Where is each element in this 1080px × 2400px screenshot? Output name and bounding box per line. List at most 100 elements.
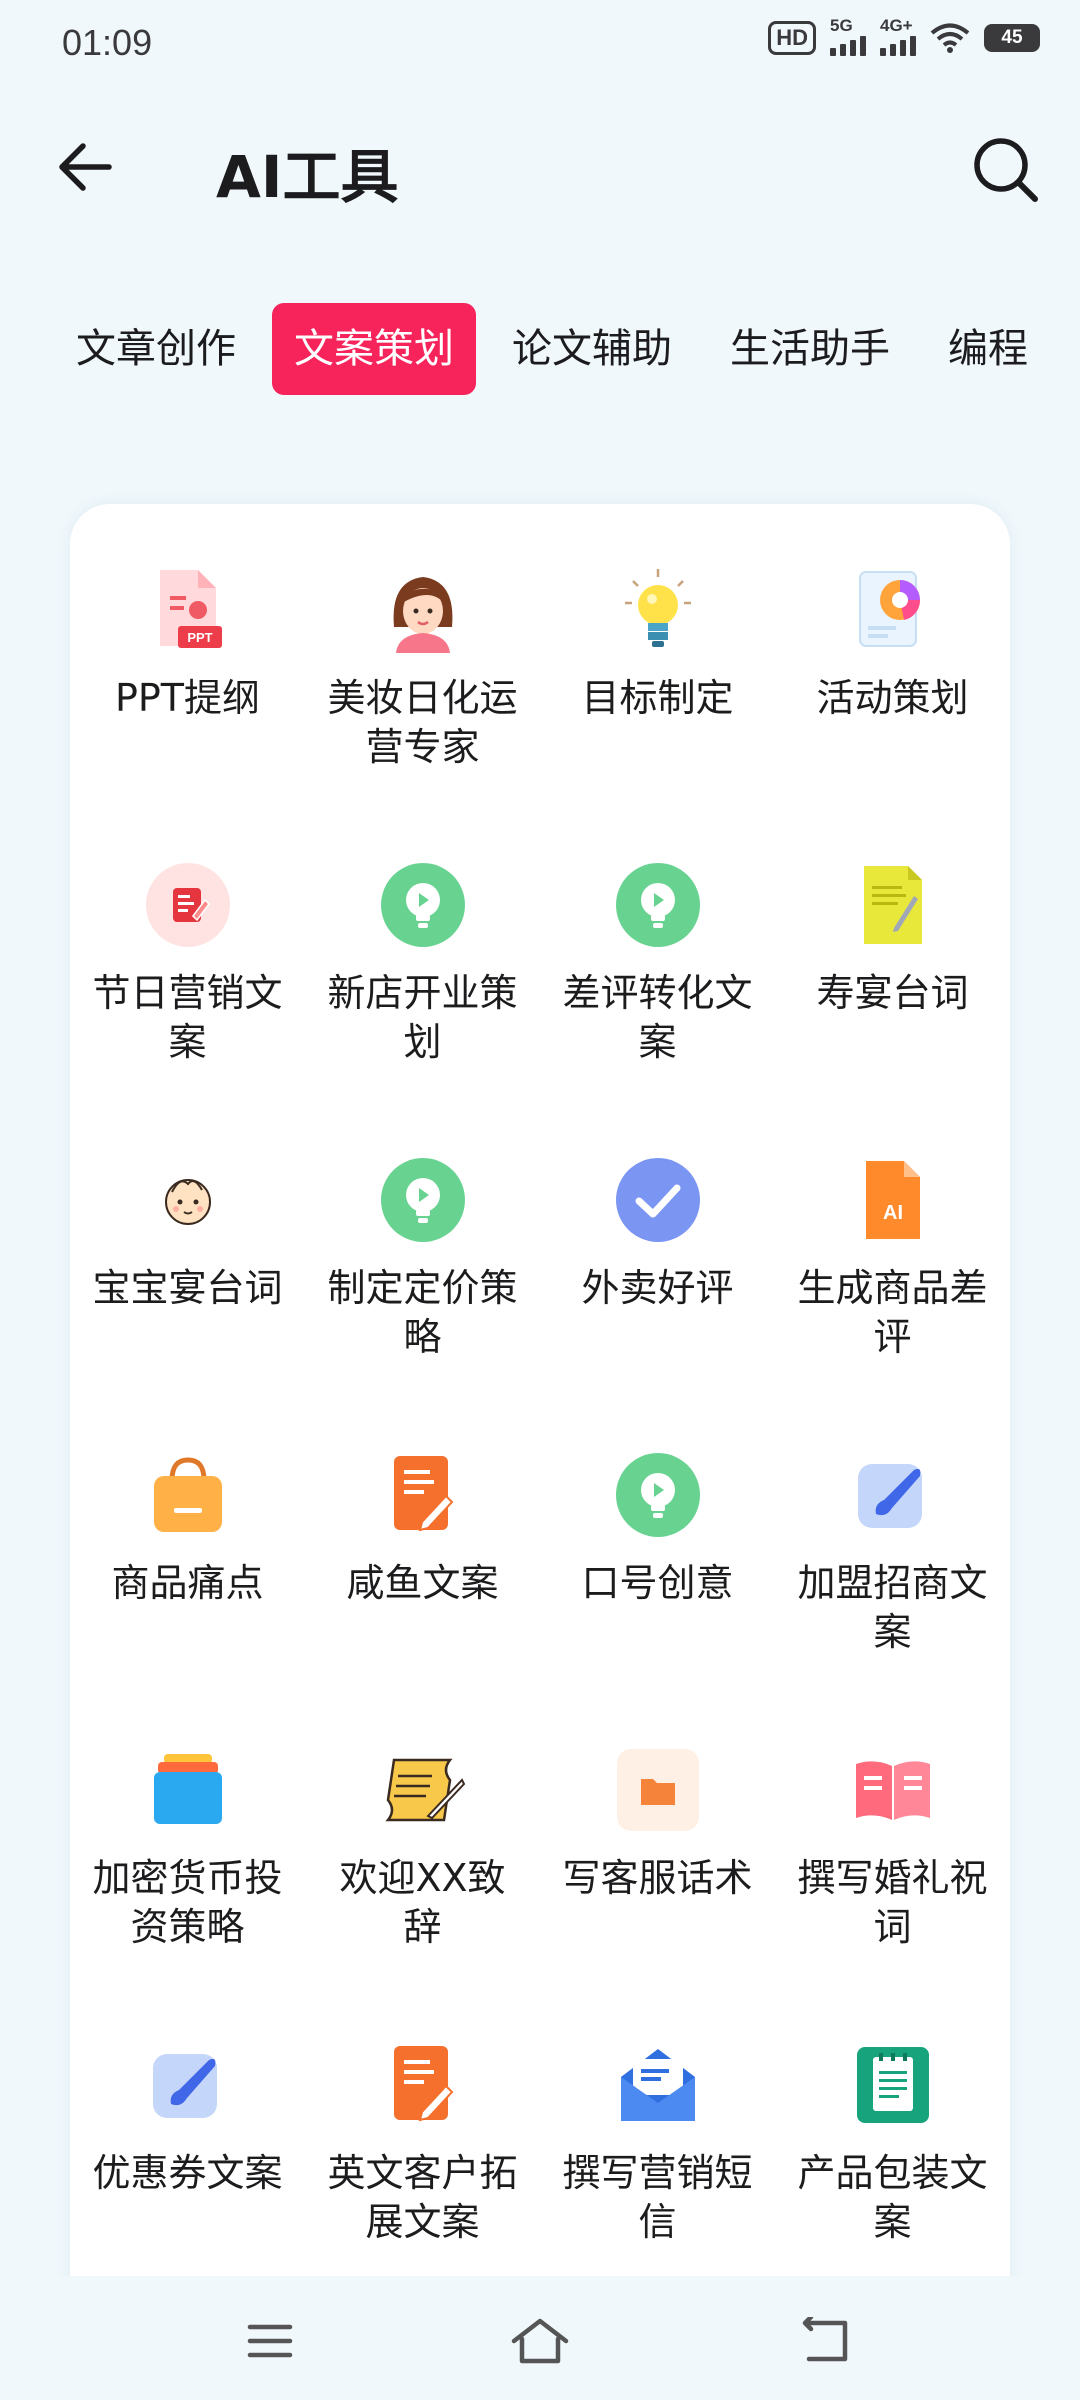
status-time: 01:09 (62, 22, 153, 63)
check-circle-icon (612, 1154, 704, 1246)
tool-wedding-speech[interactable]: 撰写婚礼祝词 (775, 1684, 1010, 1979)
tool-label: 目标制定 (581, 676, 734, 720)
folder-icon (612, 1744, 704, 1836)
tool-product-pain-points[interactable]: 商品痛点 (70, 1389, 305, 1684)
search-icon (974, 138, 1038, 202)
stacked-cards-icon (142, 1744, 234, 1836)
green-bulb-icon (377, 1154, 469, 1246)
battery-icon: 45 (984, 24, 1040, 52)
tool-bad-review-conversion[interactable]: 差评转化文案 (540, 799, 775, 1094)
tool-label: 产品包装文案 (797, 2151, 988, 2244)
green-bulb-icon (612, 1449, 704, 1541)
orange-document-edit-icon (377, 2039, 469, 2131)
paint-brush-icon (847, 1449, 939, 1541)
tool-event-planning[interactable]: 活动策划 (775, 504, 1010, 799)
tool-label: 欢迎XX致辞 (339, 1856, 506, 1949)
tab-life-assistant[interactable]: 生活助手 (708, 303, 912, 395)
status-icons: HD 5G 4G+ 45 (768, 16, 1040, 56)
open-book-icon (847, 1744, 939, 1836)
tool-generate-bad-review[interactable]: AI 生成商品差评 (775, 1094, 1010, 1389)
home-icon (511, 2318, 569, 2364)
tool-coupon-copy[interactable]: 优惠券文案 (70, 1979, 305, 2274)
signal-5g-label: 5G (830, 16, 853, 35)
svg-text:PPT: PPT (187, 630, 212, 645)
wifi-icon (930, 22, 970, 54)
paint-brush-icon (142, 2039, 234, 2131)
system-nav-bar (0, 2276, 1080, 2400)
tool-crypto-strategy[interactable]: 加密货币投资策略 (70, 1684, 305, 1979)
tool-label: 节日营销文案 (92, 971, 283, 1064)
green-notepad-icon (847, 2039, 939, 2131)
tab-thesis-assist[interactable]: 论文辅助 (490, 303, 694, 395)
tool-birthday-banquet-speech[interactable]: 寿宴台词 (775, 799, 1010, 1094)
tool-label: 咸鱼文案 (346, 1561, 499, 1605)
page-title: AI工具 (216, 143, 399, 211)
tool-label: 加密货币投资策略 (92, 1856, 283, 1949)
tool-holiday-marketing[interactable]: 节日营销文案 (70, 799, 305, 1094)
tools-grid: PPT PPT提纲 美妆日化运营专家 目标制定 活动策划 节日营销文案 新店开业… (70, 504, 1010, 2274)
tool-label: 生成商品差评 (797, 1266, 988, 1359)
tool-label: 差评转化文案 (562, 971, 753, 1064)
tool-pricing-strategy[interactable]: 制定定价策略 (305, 1094, 540, 1389)
scroll-quill-icon (377, 1744, 469, 1836)
tool-label: 加盟招商文案 (797, 1561, 988, 1654)
signal-4g-label: 4G+ (880, 16, 913, 35)
tab-programming[interactable]: 编程 (926, 303, 1050, 395)
tab-article-writing[interactable]: 文章创作 (60, 303, 258, 395)
tool-label: 美妆日化运营专家 (327, 676, 518, 769)
tool-label: 英文客户拓展文案 (327, 2151, 518, 2244)
tool-label: 外卖好评 (581, 1266, 734, 1310)
tool-label: 写客服话术 (562, 1856, 753, 1900)
green-bulb-icon (612, 859, 704, 951)
tool-baby-banquet-speech[interactable]: 宝宝宴台词 (70, 1094, 305, 1389)
tool-franchise-copy[interactable]: 加盟招商文案 (775, 1389, 1010, 1684)
tool-label: 撰写婚礼祝词 (797, 1856, 988, 1949)
category-tabs: 文章创作 文案策划 论文辅助 生活助手 编程 (60, 300, 1080, 398)
ppt-file-icon: PPT (142, 564, 234, 656)
tool-label: 新店开业策划 (327, 971, 518, 1064)
baby-face-icon (142, 1154, 234, 1246)
tab-copywriting[interactable]: 文案策划 (272, 303, 476, 395)
tool-xianyu-copy[interactable]: 咸鱼文案 (305, 1389, 540, 1684)
signal-5g-icon: 5G (830, 16, 866, 56)
tool-label: 制定定价策略 (327, 1266, 518, 1359)
search-button[interactable] (968, 132, 1044, 208)
tool-slogan-ideas[interactable]: 口号创意 (540, 1389, 775, 1684)
tool-welcome-speech[interactable]: 欢迎XX致辞 (305, 1684, 540, 1979)
tool-label: 宝宝宴台词 (92, 1266, 283, 1310)
svg-text:AI: AI (883, 1202, 903, 1224)
tool-label: 口号创意 (581, 1561, 734, 1605)
envelope-icon (612, 2039, 704, 2131)
tool-customer-service-script[interactable]: 写客服话术 (540, 1684, 775, 1979)
tool-goal-setting[interactable]: 目标制定 (540, 504, 775, 799)
orange-document-edit-icon (377, 1449, 469, 1541)
green-bulb-icon (377, 859, 469, 951)
tool-label: 商品痛点 (111, 1561, 264, 1605)
ai-file-icon: AI (847, 1154, 939, 1246)
back-button[interactable] (52, 134, 118, 200)
shopping-bag-icon (142, 1449, 234, 1541)
tool-beauty-ops-expert[interactable]: 美妆日化运营专家 (305, 504, 540, 799)
woman-avatar-icon (377, 564, 469, 656)
tool-delivery-good-review[interactable]: 外卖好评 (540, 1094, 775, 1389)
tools-card: PPT PPT提纲 美妆日化运营专家 目标制定 活动策划 节日营销文案 新店开业… (70, 504, 1010, 2304)
edit-note-icon (142, 859, 234, 951)
menu-button[interactable] (240, 2316, 300, 2366)
tool-label: 优惠券文案 (92, 2151, 283, 2195)
tool-ppt-outline[interactable]: PPT PPT提纲 (70, 504, 305, 799)
back-return-icon (802, 2317, 848, 2362)
tool-label: PPT提纲 (114, 676, 261, 720)
yellow-document-icon (847, 859, 939, 951)
tool-packaging-copy[interactable]: 产品包装文案 (775, 1979, 1010, 2274)
lightbulb-icon (612, 564, 704, 656)
nav-back-button[interactable] (795, 2316, 855, 2366)
signal-4g-icon: 4G+ (880, 16, 916, 56)
pie-chart-icon (847, 564, 939, 656)
tool-english-outreach[interactable]: 英文客户拓展文案 (305, 1979, 540, 2274)
home-button[interactable] (510, 2316, 570, 2366)
menu-icon (247, 2324, 293, 2358)
tool-marketing-sms[interactable]: 撰写营销短信 (540, 1979, 775, 2274)
tool-label: 寿宴台词 (816, 971, 969, 1015)
tool-new-store-opening[interactable]: 新店开业策划 (305, 799, 540, 1094)
hd-icon: HD (768, 21, 816, 55)
